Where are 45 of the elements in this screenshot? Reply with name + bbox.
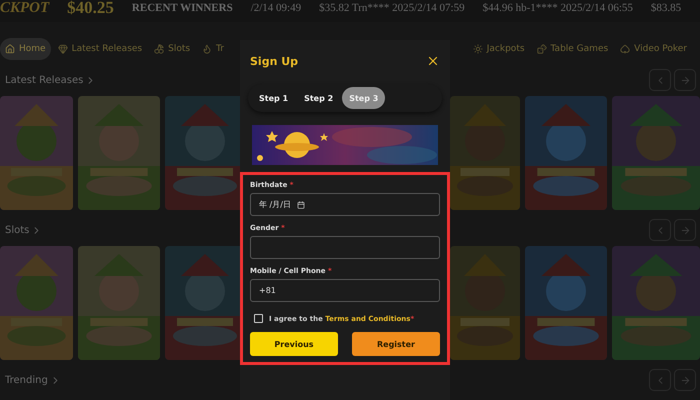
winner-entry: $35.82 Trn**** 2025/2/14 07:59 [319,2,465,14]
previous-button[interactable]: Previous [250,332,338,356]
nav-item[interactable]: Latest Releases [52,38,148,60]
step-tab[interactable]: Step 3 [342,87,386,109]
previous-button[interactable] [649,69,671,91]
arrow-right-icon [680,374,690,386]
select-field[interactable] [250,236,440,259]
section-title[interactable]: Latest Releases [5,74,84,86]
sun-icon [472,44,483,54]
step-tab[interactable]: Step 1 [252,87,296,109]
jackpot-amount: $40.25 [67,0,114,18]
previous-button[interactable] [649,369,671,391]
close-button[interactable] [426,54,440,68]
input-field[interactable]: +81 [250,279,440,302]
home-icon [5,44,15,54]
arrow-right-icon [680,74,690,86]
nav-item[interactable]: Table Games [532,38,614,60]
arrow-right-icon [680,224,690,236]
date-field[interactable]: 年 /月/日 [250,193,440,216]
spade-icon [620,44,630,54]
winner-entry: $44.96 hb-1**** 2025/2/14 06:55 [482,2,633,14]
nav-item[interactable]: Home [0,38,51,60]
calendar-icon [296,200,305,208]
next-button[interactable] [674,69,696,91]
nav-item[interactable]: Jackpots [468,38,530,60]
dice-icon [536,44,547,54]
step-tab[interactable]: Step 2 [297,87,340,109]
checkbox[interactable] [254,314,263,323]
winners-label: RECENT WINNERS [132,2,233,14]
winner-entry: /2/14 09:49 [250,2,302,14]
register-button[interactable]: Register [352,332,440,356]
nav-item[interactable]: Slots [149,38,196,60]
gem-icon [58,44,68,54]
nav-item[interactable]: Video Poker [615,38,692,60]
previous-button[interactable] [649,219,671,241]
nav-item[interactable]: Tr [197,38,229,60]
cherry-icon [154,44,164,54]
next-button[interactable] [674,219,696,241]
dialog-title: Sign Up [250,54,298,68]
next-button[interactable] [674,369,696,391]
flame-icon [202,44,212,54]
winner-entry: $83.85 [650,2,682,14]
section-title[interactable]: Slots [5,224,30,236]
section-title[interactable]: Trending [5,374,48,386]
logo[interactable]: CKPOT [0,0,50,16]
